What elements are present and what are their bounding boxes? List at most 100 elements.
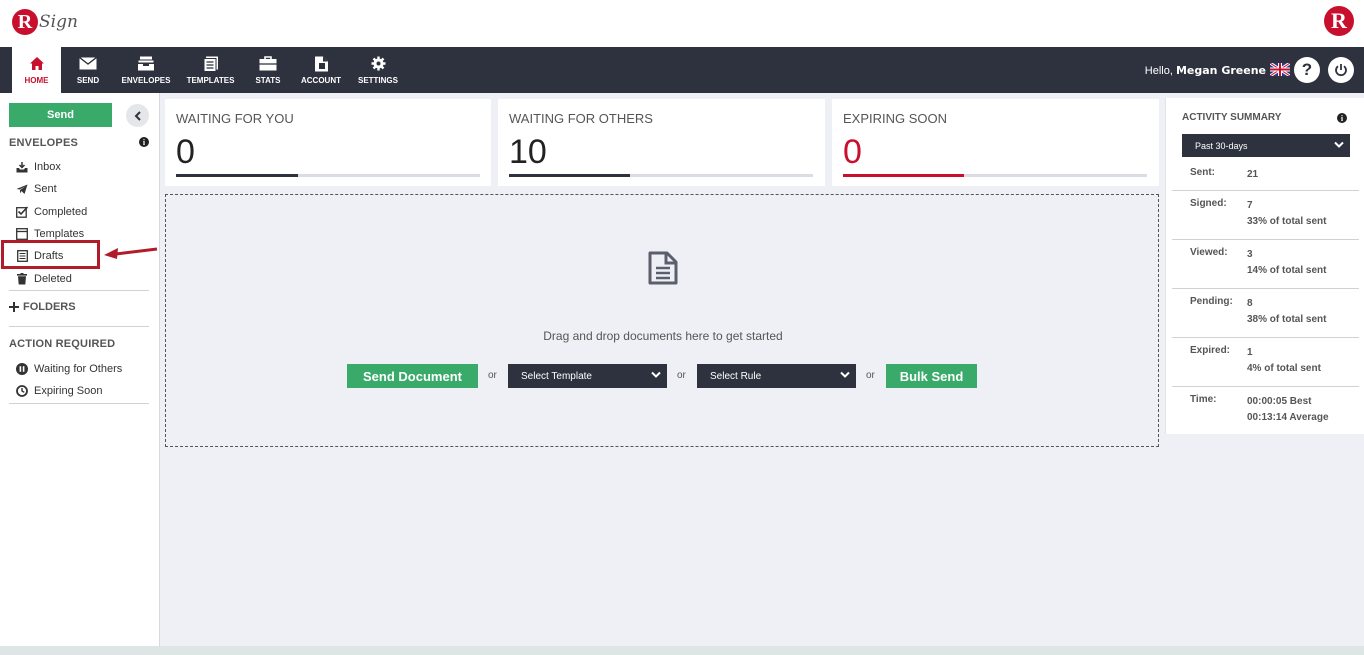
activity-value-line: 00:13:14 Average bbox=[1247, 412, 1329, 423]
card-value: 10 bbox=[509, 133, 547, 171]
card-progress-fill bbox=[176, 174, 298, 177]
nav-home-label: HOME bbox=[24, 75, 49, 85]
card-title: WAITING FOR OTHERS bbox=[509, 111, 653, 126]
activity-value: 3 14% of total sent bbox=[1247, 247, 1326, 279]
divider bbox=[9, 326, 149, 327]
activity-value: 21 bbox=[1247, 167, 1258, 183]
divider bbox=[9, 403, 149, 404]
card-title: EXPIRING SOON bbox=[843, 111, 948, 126]
sidebar-item-expiring-soon[interactable]: Expiring Soon bbox=[16, 383, 103, 399]
activity-value-line: 00:00:05 Best bbox=[1247, 396, 1312, 407]
select-template-dropdown[interactable]: Select Template bbox=[508, 364, 667, 388]
folders-toggle[interactable]: FOLDERS bbox=[9, 299, 76, 315]
activity-info-icon[interactable]: i bbox=[1337, 113, 1347, 123]
select-rule-value: Select Rule bbox=[710, 370, 762, 382]
sidebar-item-label: Sent bbox=[34, 183, 57, 195]
send-document-button[interactable]: Send Document bbox=[347, 364, 478, 388]
activity-row-viewed: Viewed: 3 14% of total sent bbox=[1172, 240, 1359, 289]
bottom-strip bbox=[0, 646, 1364, 655]
activity-value: 1 4% of total sent bbox=[1247, 345, 1321, 377]
folders-label: FOLDERS bbox=[23, 301, 76, 313]
sidebar-item-waiting-for-others[interactable]: Waiting for Others bbox=[16, 361, 122, 377]
main-nav: HOME SEND ENVELOPES TEMPLATES STATS ACCO… bbox=[0, 47, 1364, 93]
sidebar-item-label: Inbox bbox=[34, 161, 61, 173]
activity-row-expired: Expired: 1 4% of total sent bbox=[1172, 338, 1359, 387]
sidebar-item-inbox[interactable]: Inbox bbox=[16, 159, 61, 175]
action-required-title: ACTION REQUIRED bbox=[9, 338, 116, 350]
card-progress-fill bbox=[843, 174, 964, 177]
inbox-icon bbox=[16, 161, 28, 173]
document-drop-zone[interactable]: Drag and drop documents here to get star… bbox=[165, 194, 1159, 447]
sidebar-item-completed[interactable]: Completed bbox=[16, 204, 87, 220]
nav-account-label: ACCOUNT bbox=[301, 75, 341, 85]
clock-icon bbox=[16, 385, 28, 397]
card-expiring-soon[interactable]: EXPIRING SOON 0 bbox=[832, 99, 1159, 186]
activity-label: Sent: bbox=[1190, 167, 1215, 178]
drop-zone-text: Drag and drop documents here to get star… bbox=[543, 329, 783, 343]
help-icon[interactable]: ? bbox=[1294, 57, 1320, 83]
sidebar-item-label: Expiring Soon bbox=[34, 385, 103, 397]
activity-value-line: 1 bbox=[1247, 347, 1253, 358]
or-label: or bbox=[677, 370, 686, 381]
activity-value-line: 21 bbox=[1247, 169, 1259, 180]
paper-plane-icon bbox=[16, 183, 28, 195]
info-glyph: i bbox=[142, 137, 146, 147]
nav-account[interactable]: ACCOUNT bbox=[298, 47, 344, 93]
select-rule-dropdown[interactable]: Select Rule bbox=[697, 364, 856, 388]
or-label: or bbox=[488, 370, 497, 381]
nav-home[interactable]: HOME bbox=[12, 47, 61, 93]
nav-templates[interactable]: TEMPLATES bbox=[183, 47, 238, 93]
nav-envelopes[interactable]: ENVELOPES bbox=[118, 47, 174, 93]
collapse-sidebar-button[interactable] bbox=[126, 104, 149, 127]
card-value: 0 bbox=[843, 133, 862, 171]
nav-settings[interactable]: SETTINGS bbox=[355, 47, 401, 93]
nav-send-label: SEND bbox=[76, 75, 100, 85]
inbox-tray-icon bbox=[137, 56, 155, 72]
card-progress-fill bbox=[509, 174, 630, 177]
home-icon bbox=[28, 56, 46, 72]
activity-value: 7 33% of total sent bbox=[1247, 198, 1326, 230]
sidebar-item-label: Deleted bbox=[34, 273, 72, 285]
activity-row-sent: Sent: 21 bbox=[1172, 160, 1359, 191]
activity-value-line: 3 bbox=[1247, 249, 1253, 260]
activity-label: Pending: bbox=[1190, 296, 1233, 307]
activity-value-line: 8 bbox=[1247, 298, 1253, 309]
nav-send[interactable]: SEND bbox=[68, 47, 108, 93]
card-waiting-for-you[interactable]: WAITING FOR YOU 0 bbox=[165, 99, 491, 186]
activity-value-line: 7 bbox=[1247, 200, 1253, 211]
activity-title: ACTIVITY SUMMARY bbox=[1182, 112, 1282, 123]
sidebar-item-deleted[interactable]: Deleted bbox=[16, 271, 72, 287]
sidebar-item-sent[interactable]: Sent bbox=[16, 181, 57, 197]
card-value: 0 bbox=[176, 133, 195, 171]
uk-flag-icon[interactable] bbox=[1270, 63, 1290, 76]
drafts-highlight bbox=[1, 240, 100, 269]
nav-stats[interactable]: STATS bbox=[250, 47, 286, 93]
card-waiting-for-others[interactable]: WAITING FOR OTHERS 10 bbox=[498, 99, 825, 186]
sidebar-item-label: Templates bbox=[34, 228, 85, 240]
period-dropdown[interactable]: Past 30-days bbox=[1182, 134, 1350, 157]
period-value: Past 30-days bbox=[1195, 140, 1248, 151]
highlight-arrow-icon bbox=[104, 247, 158, 259]
info-icon[interactable]: i bbox=[139, 137, 149, 147]
rsign-logo[interactable]: R Sign bbox=[12, 6, 78, 38]
envelope-icon bbox=[79, 56, 97, 72]
activity-label: Expired: bbox=[1190, 345, 1231, 356]
activity-value: 00:00:05 Best 00:13:14 Average bbox=[1247, 394, 1329, 426]
briefcase-icon bbox=[259, 56, 277, 72]
activity-value-line: 4% of total sent bbox=[1247, 363, 1321, 374]
nav-settings-label: SETTINGS bbox=[357, 75, 398, 85]
sidebar-item-label: Waiting for Others bbox=[34, 363, 123, 375]
greeting-prefix: Hello, bbox=[1144, 65, 1173, 77]
activity-label: Viewed: bbox=[1190, 247, 1228, 258]
sidebar-send-button[interactable]: Send bbox=[9, 103, 112, 127]
activity-summary-panel: ACTIVITY SUMMARY i Past 30-days Sent: 21… bbox=[1165, 98, 1364, 434]
activity-row-time: Time: 00:00:05 Best 00:13:14 Average bbox=[1172, 387, 1359, 434]
card-title: WAITING FOR YOU bbox=[176, 111, 294, 126]
power-icon[interactable] bbox=[1328, 57, 1354, 83]
bulk-send-button[interactable]: Bulk Send bbox=[886, 364, 977, 388]
company-logo: R bbox=[1324, 6, 1354, 36]
user-name[interactable]: Megan Greene bbox=[1176, 64, 1266, 77]
plus-icon bbox=[9, 301, 19, 313]
divider bbox=[9, 290, 149, 291]
help-glyph: ? bbox=[1301, 60, 1313, 79]
